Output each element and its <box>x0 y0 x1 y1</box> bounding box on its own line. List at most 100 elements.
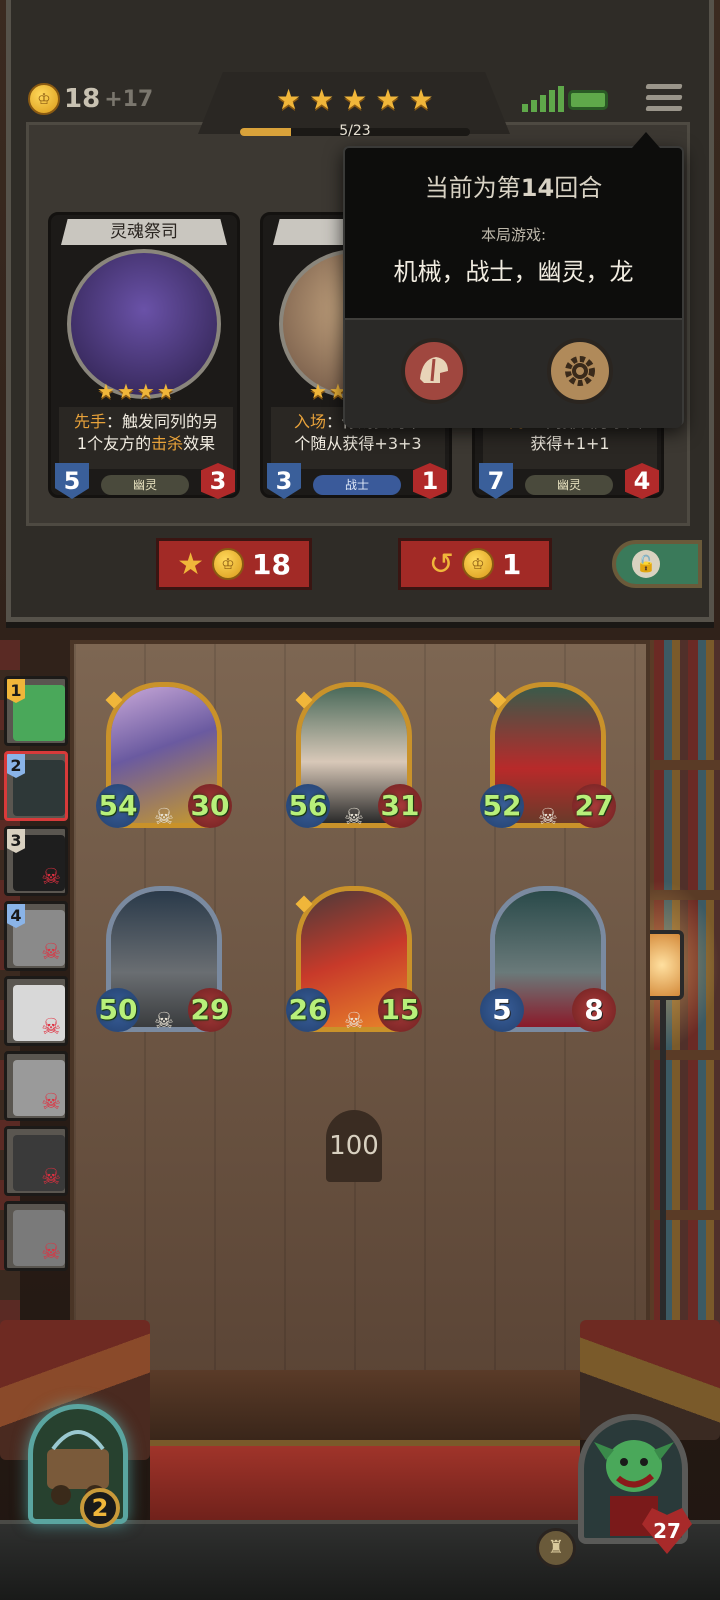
tier-star-icon: ★ <box>276 83 302 116</box>
coin-income: +17 <box>104 86 154 112</box>
opponent-badge: 2 <box>80 1488 120 1528</box>
ranking-place: 4 <box>7 904 25 928</box>
eliminated-skull-icon: ☠ <box>41 865 61 890</box>
tier-star-icon: ★ <box>309 83 335 116</box>
card-health: 3 <box>201 463 235 499</box>
game-tribes-label: 本局游戏: <box>480 226 547 244</box>
minion-attack: 54 <box>96 784 140 828</box>
tier-star-icon: ★ <box>408 83 434 116</box>
tier-star-icon: ★ <box>375 83 401 116</box>
minion-health: 29 <box>188 988 232 1032</box>
lock-icon: 🔓 <box>632 550 660 578</box>
refresh-shop-button[interactable]: ↺ ♔ 1 <box>398 538 552 590</box>
card-name: 灵魂祭司 <box>61 219 227 245</box>
minion-health: 15 <box>378 988 422 1032</box>
eliminated-skull-icon: ☠ <box>41 940 61 965</box>
refresh-arrow-icon: ↺ <box>428 546 454 582</box>
minion-attack: 50 <box>96 988 140 1032</box>
hero-power-button[interactable]: ♜ <box>536 1528 576 1568</box>
card-ability-text: 先手：触发同列的另 1个友方的击杀效果 <box>59 407 233 469</box>
card-attack: 5 <box>55 463 89 499</box>
menu-button[interactable] <box>645 84 683 118</box>
upgrade-cost: 18 <box>251 547 291 581</box>
card-health: 1 <box>413 463 447 499</box>
game-tribes: 机械，战士，幽灵，龙 <box>393 258 634 286</box>
card-tier-stars: ★★★★ <box>97 381 175 401</box>
card-star-icon: ★ <box>116 379 135 403</box>
war-helmet-icon <box>420 357 448 383</box>
minion-health: 30 <box>188 784 232 828</box>
shop-card[interactable]: 灵魂祭司 ★ ★ ★ ★ 先手：触发同列的另 1个友方的击杀效果 幽灵 5 3 <box>48 212 240 499</box>
ranking-place: 1 <box>7 679 25 703</box>
minion-health: 27 <box>572 784 616 828</box>
round-title-prefix: 当前为第 <box>424 174 521 202</box>
round-title: 当前为第14回合 <box>345 168 682 203</box>
ranking-player[interactable]: 1 <box>4 676 68 746</box>
ranking-player[interactable]: ☠ <box>4 1201 68 1271</box>
popup-button-bar <box>345 318 682 428</box>
minion-attack: 52 <box>480 784 524 828</box>
skull-icon: ☠ <box>344 805 364 830</box>
coin-readout: ♔ 18 +17 <box>28 82 153 116</box>
gear-icon <box>565 356 595 386</box>
tier-progress-text: 5/23 <box>339 123 371 139</box>
minion-health: 31 <box>378 784 422 828</box>
card-health: 4 <box>625 463 659 499</box>
card-star-icon: ★ <box>97 379 115 403</box>
signal-strength-icon <box>522 86 564 112</box>
crown-coin-icon: ♔ <box>211 548 244 580</box>
card-portrait <box>67 249 221 399</box>
tier-star-icon: ★ <box>342 83 368 116</box>
battery-icon <box>568 90 608 110</box>
minion-attack: 56 <box>286 784 330 828</box>
card-tribe: 幽灵 <box>101 475 189 495</box>
coin-count: 18 <box>64 84 101 114</box>
lock-shop-button[interactable]: 🔓 <box>612 540 702 588</box>
lantern-pole <box>660 1000 666 1320</box>
tier-progress-fill <box>240 128 291 136</box>
ability-keyword: 入场 <box>293 412 326 431</box>
round-number: 14 <box>520 174 555 202</box>
settings-button[interactable] <box>547 338 613 404</box>
board-ledge <box>70 1370 650 1440</box>
graveyard-counter[interactable]: 100 <box>326 1110 382 1182</box>
crown-coin-icon: ♔ <box>461 548 494 580</box>
refresh-cost: 1 <box>501 547 522 581</box>
tavern-tier-stars: ★ ★ ★ ★ ★ <box>276 86 434 114</box>
crown-coin-icon: ♔ <box>28 83 60 115</box>
card-tribe: 幽灵 <box>525 475 613 495</box>
card-attack: 7 <box>479 463 513 499</box>
card-star-icon: ★ <box>136 379 155 403</box>
ranking-player[interactable]: ☠ <box>4 1051 68 1121</box>
upgrade-tavern-button[interactable]: ★ ♔ 18 <box>156 538 312 590</box>
ability-keyword: 先手 <box>73 412 106 431</box>
card-star-icon: ★ <box>156 379 175 403</box>
skull-icon: ☠ <box>154 1009 174 1034</box>
card-tribe: 战士 <box>313 475 401 495</box>
star-upgrade-icon: ★ <box>177 546 204 582</box>
eliminated-skull-icon: ☠ <box>41 1015 61 1040</box>
ranking-player[interactable]: 4 ☠ <box>4 901 68 971</box>
ranking-player[interactable]: 2 <box>4 751 68 821</box>
ranking-player[interactable]: 3 ☠ <box>4 826 68 896</box>
round-title-suffix: 回合 <box>554 174 603 202</box>
card-star-icon: ★ <box>309 379 327 403</box>
ranking-player[interactable]: ☠ <box>4 976 68 1046</box>
minion-attack: 26 <box>286 988 330 1032</box>
ranking-player[interactable]: ☠ <box>4 1126 68 1196</box>
ranking-place: 3 <box>7 829 25 853</box>
ability-keyword: 击杀 <box>151 434 184 453</box>
eliminated-skull-icon: ☠ <box>41 1165 61 1190</box>
skull-icon: ☠ <box>538 805 558 830</box>
skull-icon: ☠ <box>154 805 174 830</box>
graveyard-count: 100 <box>329 1131 379 1161</box>
round-info-popup: 当前为第14回合 本局游戏: 机械，战士，幽灵，龙 <box>343 132 684 428</box>
card-attack: 3 <box>267 463 301 499</box>
minion-health: 8 <box>572 988 616 1032</box>
eliminated-skull-icon: ☠ <box>41 1090 61 1115</box>
minion-attack: 5 <box>480 988 524 1032</box>
skull-icon: ☠ <box>344 1009 364 1034</box>
eliminated-skull-icon: ☠ <box>41 1240 61 1265</box>
red-carpet <box>150 1440 580 1530</box>
surrender-button[interactable] <box>401 338 467 404</box>
